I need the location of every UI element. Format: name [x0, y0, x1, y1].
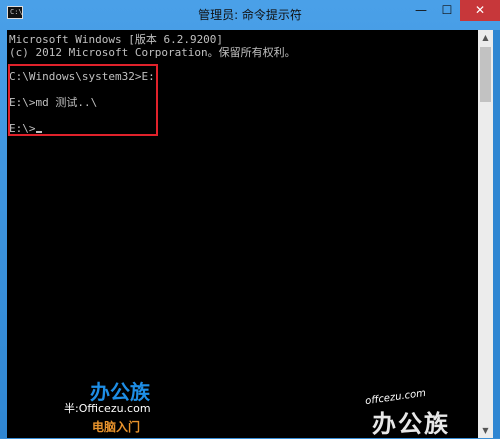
- scroll-thumb[interactable]: [480, 47, 491, 102]
- close-button[interactable]: ✕: [460, 0, 500, 21]
- cmd-window: C:\ 管理员: 命令提示符 — ☐ ✕ Microsoft Windows […: [0, 0, 500, 438]
- title-bar[interactable]: C:\ 管理员: 命令提示符 — ☐ ✕: [0, 0, 500, 30]
- console-line-copyright: (c) 2012 Microsoft Corporation。保留所有权利。: [9, 46, 296, 59]
- red-highlight-box: [8, 64, 158, 136]
- watermark-tagline: 电脑入门: [92, 420, 141, 434]
- scroll-up-arrow-icon[interactable]: ▲: [478, 30, 493, 45]
- watermark-site: 半:Officezu.com: [64, 402, 151, 415]
- scroll-down-arrow-icon[interactable]: ▼: [478, 423, 493, 438]
- watermark-brand-right: 办公族: [372, 410, 450, 438]
- maximize-button[interactable]: ☐: [434, 0, 460, 21]
- vertical-scrollbar[interactable]: ▲ ▼: [478, 30, 493, 438]
- minimize-button[interactable]: —: [408, 0, 434, 21]
- console-line-version: Microsoft Windows [版本 6.2.9200]: [9, 33, 224, 46]
- window-border-right: [493, 30, 500, 438]
